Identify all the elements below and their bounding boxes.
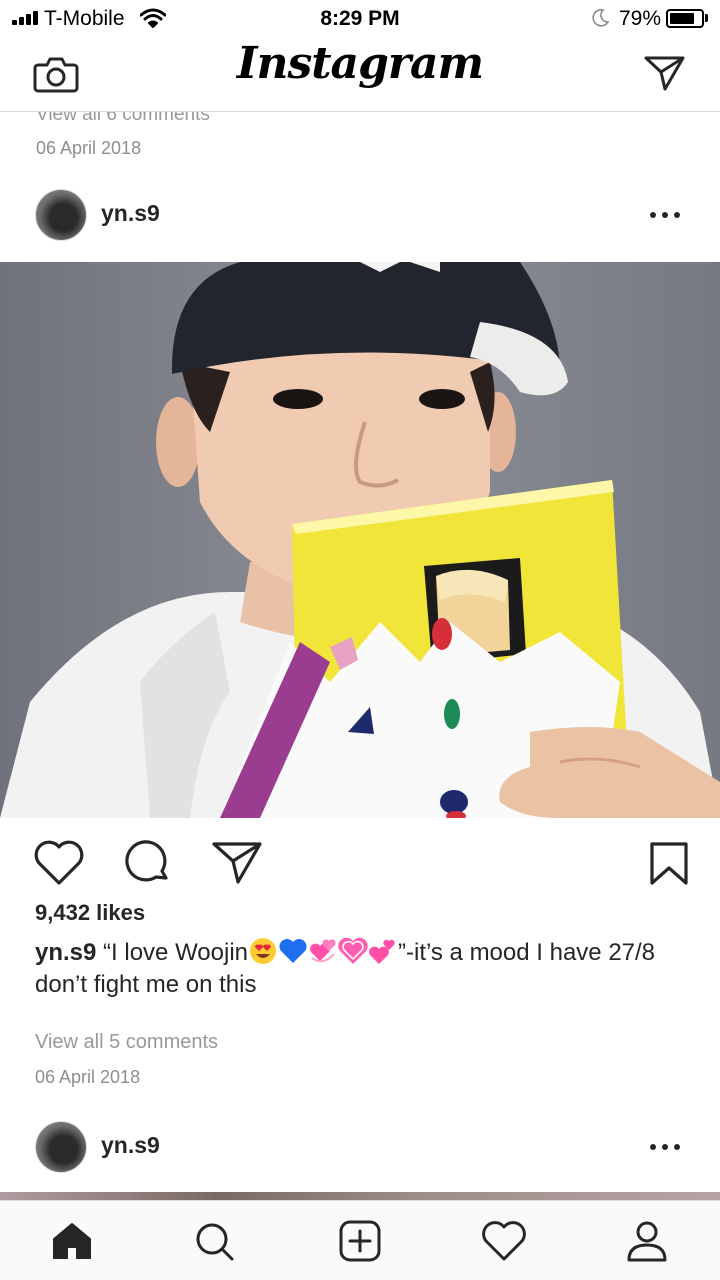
like-heart-icon[interactable] [32,838,86,888]
avatar[interactable] [35,189,87,241]
profile-icon[interactable] [623,1217,671,1265]
bookmark-icon[interactable] [642,838,696,888]
heart-eyes-emoji [250,938,276,964]
battery-tip [705,14,708,22]
post-username[interactable]: yn.s9 [101,200,160,227]
battery-percent: 79% [619,7,662,30]
status-bar: T-Mobile 8:29 PM 79% [0,0,720,36]
caption-username[interactable]: yn.s9 [35,939,96,966]
comment-icon[interactable] [122,838,176,888]
home-icon[interactable] [48,1217,96,1265]
instagram-feed-screen: T-Mobile 8:29 PM 79% Instagram View all … [0,0,720,1280]
previous-post-date: 06 April 2018 [36,138,142,158]
battery-level-fill [670,13,694,24]
blue-heart-emoji [279,939,307,963]
direct-message-icon[interactable] [643,53,687,93]
feed[interactable]: View all 6 comments 06 April 2018 yn.s9 [0,112,720,1200]
two-hearts-emoji [369,939,395,964]
post-actions [0,818,720,898]
post-date: 06 April 2018 [35,1067,141,1087]
revolving-hearts-emoji [310,939,336,963]
new-post-icon[interactable] [336,1217,384,1265]
clock: 8:29 PM [320,7,400,30]
post-header: yn.s9 [0,180,720,250]
like-count[interactable]: 9,432 likes [35,900,145,926]
nav-header: Instagram [0,36,720,112]
activity-heart-icon[interactable] [480,1217,528,1265]
more-options-icon[interactable] [650,210,680,220]
post-photo[interactable] [0,262,720,818]
view-comments-link[interactable]: View all 5 comments [35,1031,218,1054]
battery-icon [666,9,704,28]
next-post-username[interactable]: yn.s9 [101,1132,160,1159]
more-options-icon[interactable] [650,1142,680,1152]
previous-post-view-comments-link[interactable]: View all 6 comments [36,112,210,126]
growing-heart-emoji [338,937,368,964]
instagram-logo: Instagram [236,38,484,89]
next-post-header: yn.s9 [0,1112,720,1182]
search-icon[interactable] [190,1217,238,1265]
avatar[interactable] [35,1121,87,1173]
caption: yn.s9 “I love Woojin ”-it’s a mood I hav… [35,936,685,1001]
next-post-photo[interactable] [0,1192,720,1200]
share-icon[interactable] [210,838,264,888]
camera-icon[interactable] [33,54,79,94]
moon-icon [592,9,610,27]
caption-text-start: “I love Woojin [103,939,248,966]
tab-bar [0,1200,720,1280]
